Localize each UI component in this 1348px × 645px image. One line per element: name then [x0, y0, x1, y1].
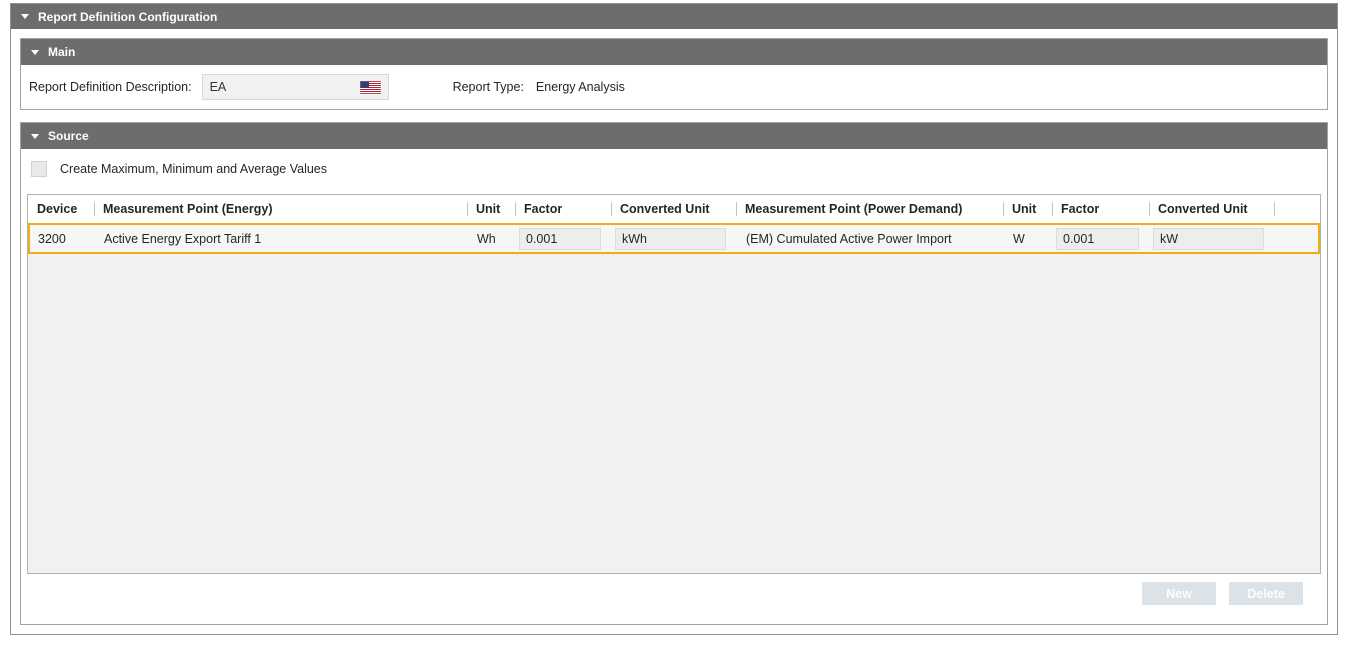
description-input[interactable]: EA: [202, 74, 389, 100]
cell-device: 3200: [30, 225, 96, 252]
factor-power-field[interactable]: 0.001: [1056, 228, 1139, 250]
collapse-triangle-icon[interactable]: [21, 14, 29, 19]
cell-empty: [1276, 225, 1318, 252]
panel-content: Main Report Definition Description: EA: [11, 29, 1337, 634]
column-header-converted-unit-energy[interactable]: Converted Unit: [611, 195, 736, 223]
report-definition-configuration-panel: Report Definition Configuration Main Rep…: [10, 3, 1338, 635]
main-section: Main Report Definition Description: EA: [20, 38, 1328, 110]
column-header-empty: [1274, 195, 1320, 223]
new-button[interactable]: New: [1142, 582, 1216, 605]
measurement-points-table: Device Measurement Point (Energy) Unit F…: [27, 194, 1321, 574]
report-type-label: Report Type:: [453, 80, 524, 94]
converted-unit-energy-field[interactable]: kWh: [615, 228, 726, 250]
description-value: EA: [210, 80, 227, 94]
min-max-avg-checkbox[interactable]: [31, 161, 47, 177]
cell-unit-power: W: [1005, 225, 1054, 252]
cell-unit-energy: Wh: [469, 225, 517, 252]
factor-energy-field[interactable]: 0.001: [519, 228, 601, 250]
column-header-device[interactable]: Device: [28, 195, 94, 223]
main-section-content: Report Definition Description: EA: [21, 65, 1327, 109]
collapse-triangle-icon[interactable]: [31, 50, 39, 55]
cell-factor-power: 0.001: [1054, 225, 1151, 252]
min-max-avg-checkbox-label: Create Maximum, Minimum and Average Valu…: [60, 162, 327, 176]
column-header-mp-energy[interactable]: Measurement Point (Energy): [94, 195, 467, 223]
table-header-row: Device Measurement Point (Energy) Unit F…: [28, 195, 1320, 223]
column-header-unit-energy[interactable]: Unit: [467, 195, 515, 223]
table-row-selected[interactable]: 3200 Active Energy Export Tariff 1 Wh 0.…: [28, 223, 1320, 254]
cell-mp-power: (EM) Cumulated Active Power Import: [738, 225, 1005, 252]
panel-title: Report Definition Configuration: [38, 10, 217, 24]
source-section-title: Source: [48, 129, 89, 143]
converted-unit-power-field[interactable]: kW: [1153, 228, 1264, 250]
cell-factor-energy: 0.001: [517, 225, 613, 252]
delete-button[interactable]: Delete: [1229, 582, 1303, 605]
column-header-converted-unit-power[interactable]: Converted Unit: [1149, 195, 1274, 223]
column-header-factor-energy[interactable]: Factor: [515, 195, 611, 223]
main-section-title: Main: [48, 45, 75, 59]
main-section-header[interactable]: Main: [21, 39, 1327, 65]
cell-converted-unit-power: kW: [1151, 225, 1276, 252]
cell-mp-energy: Active Energy Export Tariff 1: [96, 225, 469, 252]
report-type-value: Energy Analysis: [536, 80, 625, 94]
description-label: Report Definition Description:: [29, 80, 192, 94]
source-section: Source Create Maximum, Minimum and Avera…: [20, 122, 1328, 625]
column-header-mp-power[interactable]: Measurement Point (Power Demand): [736, 195, 1003, 223]
collapse-triangle-icon[interactable]: [31, 134, 39, 139]
column-header-unit-power[interactable]: Unit: [1003, 195, 1052, 223]
cell-converted-unit-energy: kWh: [613, 225, 738, 252]
us-flag-icon[interactable]: [360, 81, 381, 94]
table-button-row: New Delete: [21, 582, 1327, 605]
column-header-factor-power[interactable]: Factor: [1052, 195, 1149, 223]
min-max-avg-checkbox-row: Create Maximum, Minimum and Average Valu…: [31, 161, 1327, 177]
panel-header[interactable]: Report Definition Configuration: [11, 4, 1337, 29]
table-empty-area: [28, 254, 1320, 573]
source-section-header[interactable]: Source: [21, 123, 1327, 149]
